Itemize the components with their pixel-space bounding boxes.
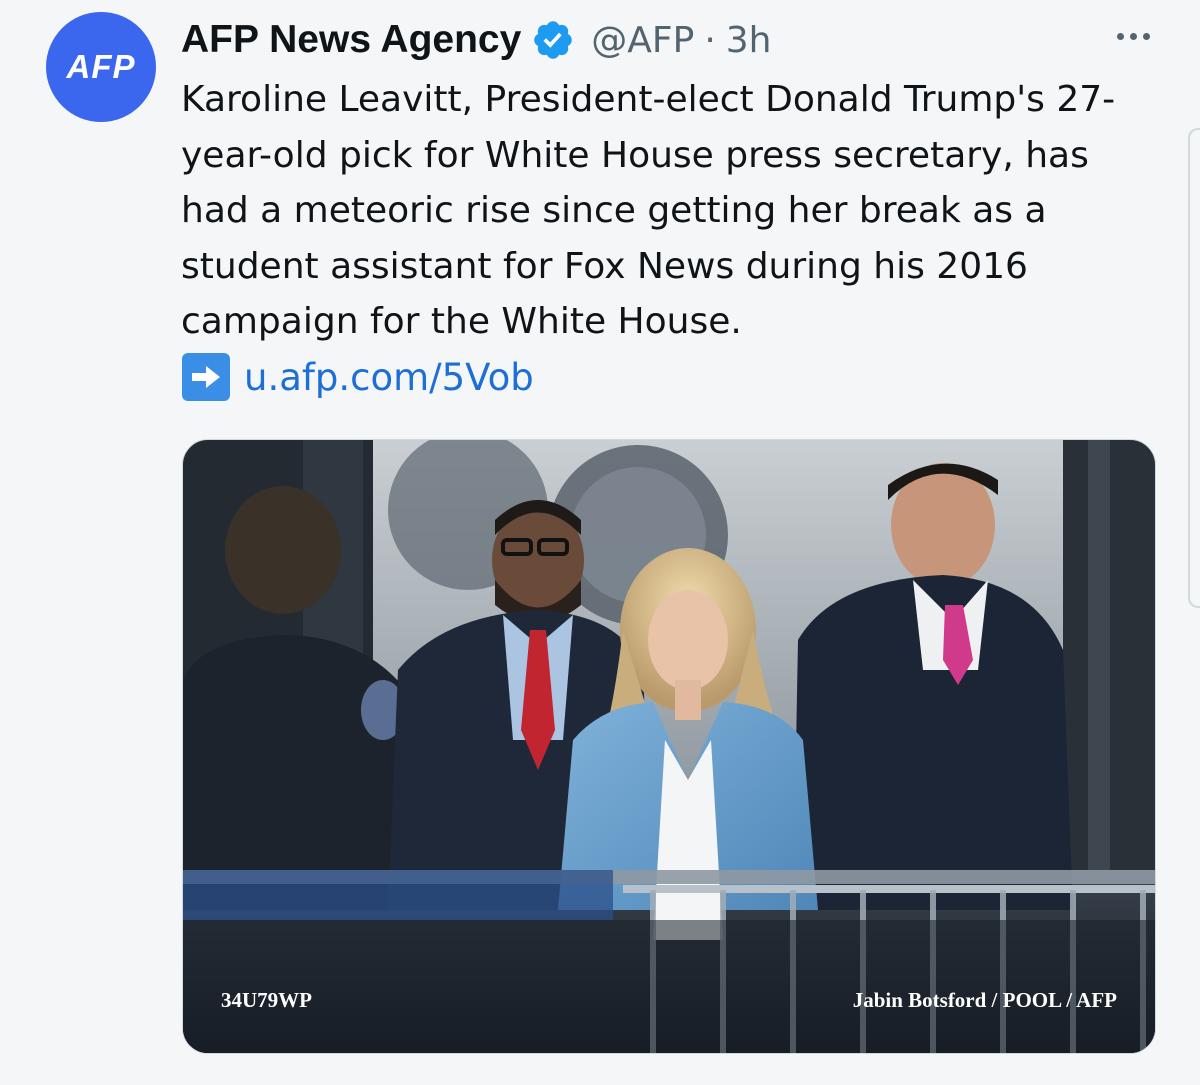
header-separator: · — [704, 19, 716, 61]
tweet-link-row: u.afp.com/5Vob — [182, 352, 534, 402]
tweet-text-line: year-old pick for White House press secr… — [181, 134, 1089, 176]
tweet-text-line: student assistant for Fox News during hi… — [181, 245, 1028, 287]
avatar-logo-text: AFP — [66, 48, 136, 85]
author-display-name[interactable]: AFP News Agency — [181, 18, 521, 62]
tweet-timestamp[interactable]: 3h — [726, 20, 772, 61]
tweet-photo[interactable]: 34U79WP Jabin Botsford / POOL / AFP — [182, 439, 1156, 1054]
author-avatar[interactable]: AFP — [46, 12, 156, 122]
scrollbar[interactable] — [1188, 128, 1200, 608]
tweet-header: AFP News Agency @AFP · 3h — [181, 14, 772, 66]
tweet-text-line: Karoline Leavitt, President-elect Donald… — [181, 79, 1116, 120]
article-link[interactable]: u.afp.com/5Vob — [244, 356, 534, 399]
tweet-text: Karoline Leavitt, President-elect Donald… — [181, 72, 1171, 350]
tweet-text-line: campaign for the White House. — [181, 301, 742, 342]
tweet-card[interactable]: AFP AFP News Agency @AFP · 3h Karoline L… — [0, 0, 1200, 1085]
verified-badge-icon — [534, 21, 573, 59]
more-options-icon[interactable] — [1117, 33, 1150, 40]
news-photo-image — [183, 440, 1155, 1053]
tweet-text-line: had a meteoric rise since getting her br… — [181, 190, 1047, 231]
photo-credit: Jabin Botsford / POOL / AFP — [852, 988, 1117, 1012]
right-arrow-icon — [182, 353, 230, 401]
author-handle[interactable]: @AFP — [591, 20, 694, 61]
photo-id: 34U79WP — [221, 988, 312, 1012]
